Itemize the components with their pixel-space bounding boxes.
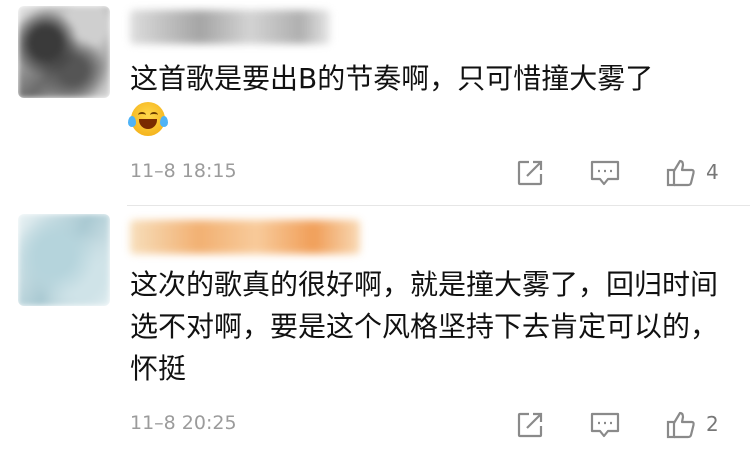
timestamp: 11–8 18:15	[130, 160, 237, 182]
timestamp: 11–8 20:25	[130, 412, 237, 434]
comment-icon	[590, 160, 620, 186]
thumbs-up-icon	[666, 159, 695, 187]
comment-text: 这首歌是要出B的节奏啊，只可惜撞大雾了	[130, 62, 654, 95]
like-count: 4	[706, 160, 719, 184]
share-icon	[517, 412, 543, 438]
comment-meta: 11–8 20:25 2	[0, 404, 750, 444]
username-blurred[interactable]	[130, 220, 360, 254]
like-button[interactable]	[664, 408, 698, 442]
reply-button[interactable]	[588, 156, 622, 190]
avatar[interactable]	[18, 6, 110, 98]
username-blurred[interactable]	[130, 10, 330, 44]
like-button[interactable]	[664, 156, 698, 190]
share-button[interactable]	[513, 408, 547, 442]
comment-item: 这次的歌真的很好啊，就是撞大雾了，回归时间选不对啊，要是这个风格坚持下去肯定可以…	[0, 206, 750, 455]
comment-meta: 11–8 18:15 4	[0, 152, 750, 192]
like-count: 2	[706, 412, 719, 436]
avatar[interactable]	[18, 214, 110, 306]
share-icon	[517, 160, 543, 186]
thumbs-up-icon	[666, 411, 695, 439]
laughing-crying-emoji	[128, 102, 168, 136]
share-button[interactable]	[513, 156, 547, 190]
reply-button[interactable]	[588, 408, 622, 442]
comment-item: 这首歌是要出B的节奏啊，只可惜撞大雾了 11–8 18:15 4	[0, 0, 750, 205]
comment-text: 这次的歌真的很好啊，就是撞大雾了，回归时间选不对啊，要是这个风格坚持下去肯定可以…	[130, 268, 719, 385]
comment-icon	[590, 412, 620, 438]
